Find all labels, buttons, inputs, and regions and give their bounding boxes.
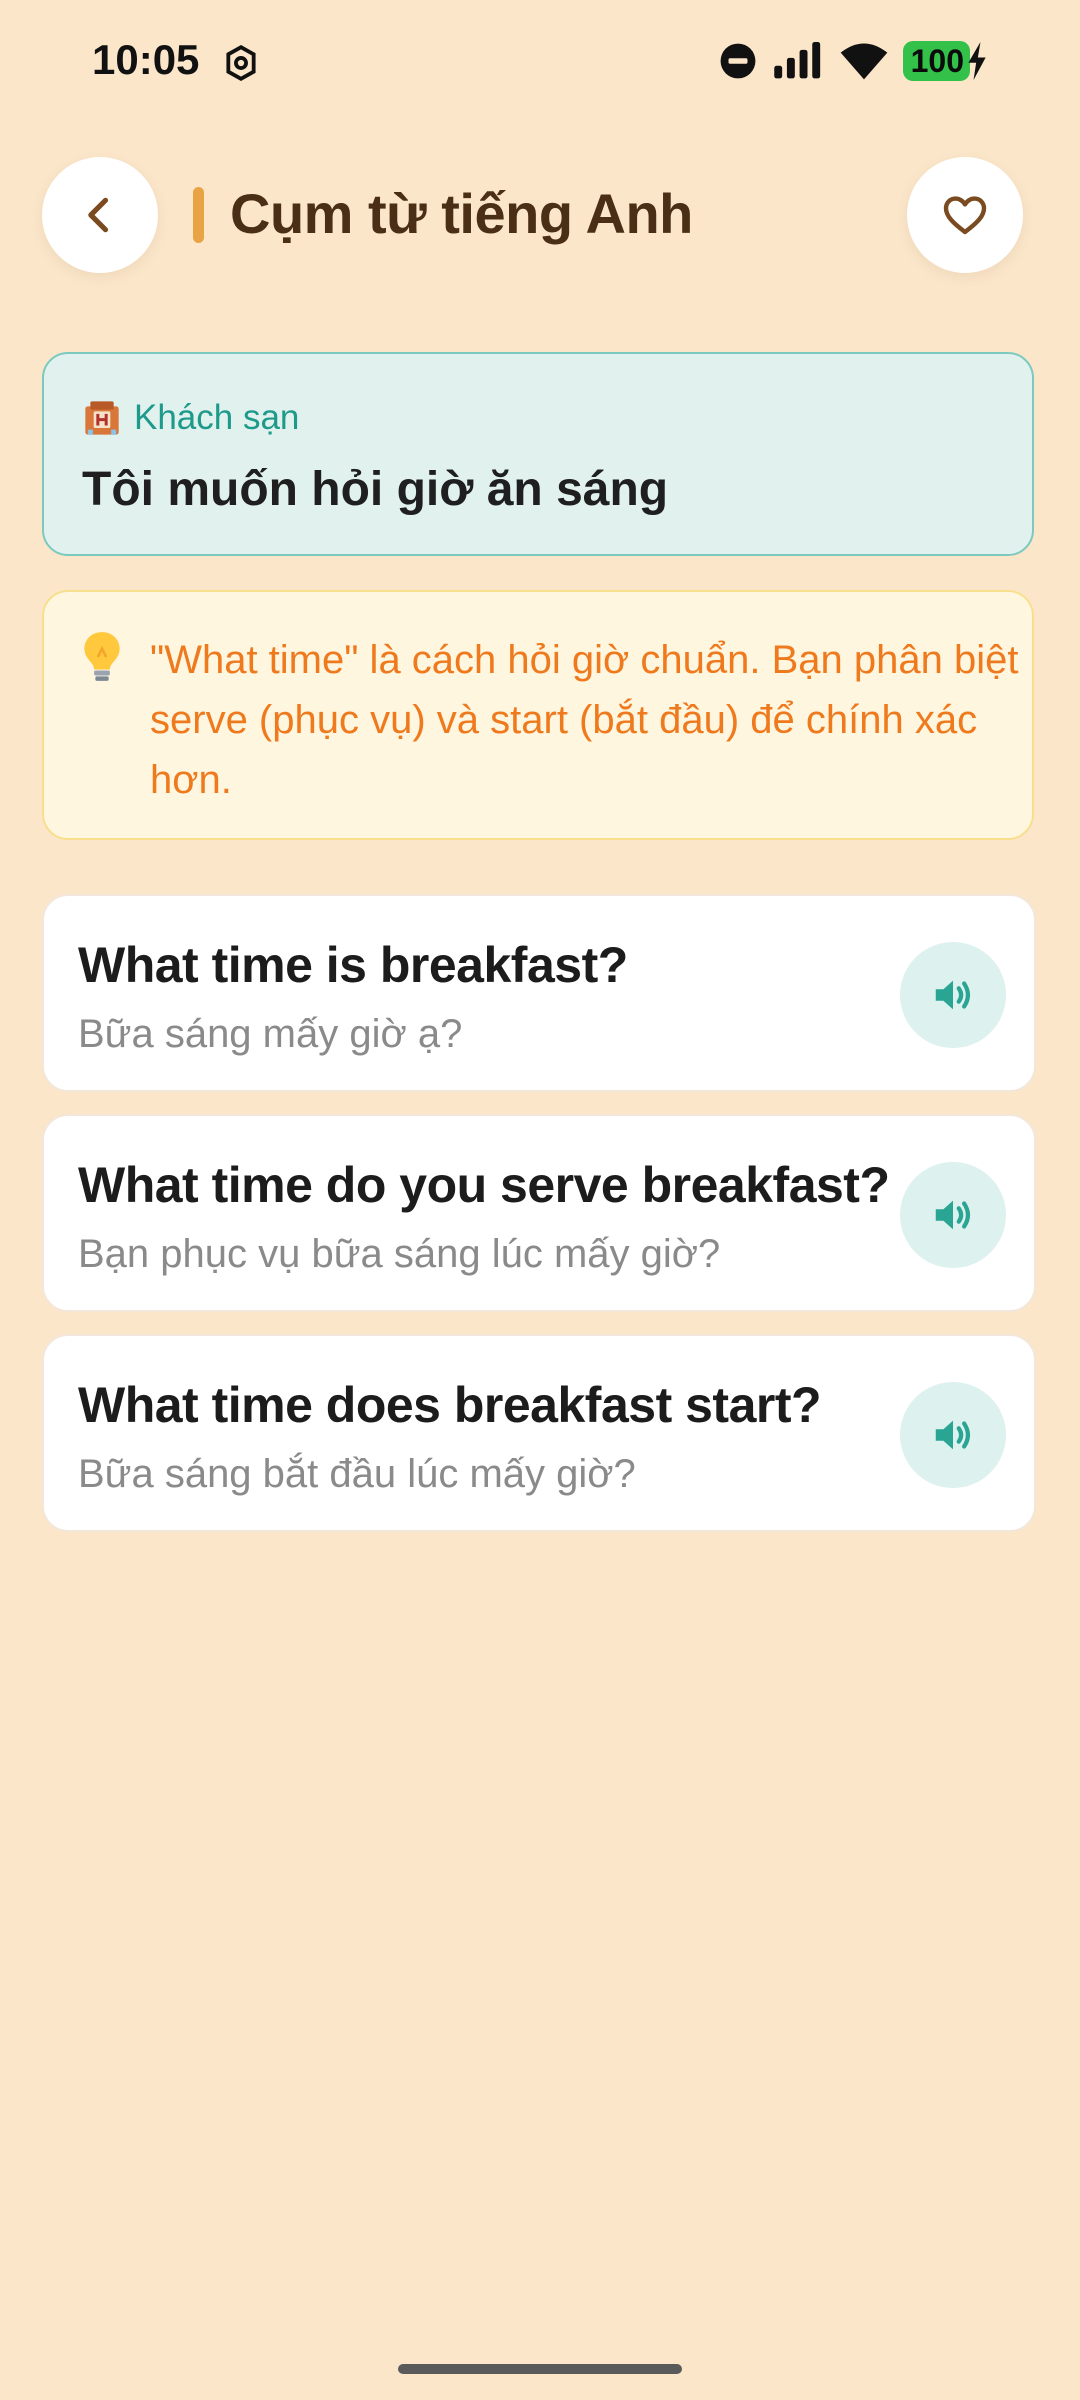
lightbulb-icon	[84, 632, 120, 681]
phrase-card[interactable]: What time do you serve breakfast? Bạn ph…	[42, 1114, 1036, 1312]
speak-button[interactable]	[900, 1382, 1006, 1488]
home-indicator[interactable]	[398, 2364, 682, 2374]
favorite-button[interactable]	[907, 157, 1023, 273]
heart-icon	[943, 196, 987, 235]
status-time: 10:05	[92, 36, 200, 83]
battery-level: 100	[902, 41, 970, 81]
speaker-icon	[935, 1200, 971, 1230]
header: Cụm từ tiếng Anh	[0, 155, 1080, 275]
phrase-vietnamese: Bữa sáng mấy giờ ạ?	[78, 1012, 463, 1056]
phrase-card[interactable]: What time does breakfast start? Bữa sáng…	[42, 1334, 1036, 1532]
status-bar: 10:05 100	[0, 0, 1080, 120]
cellular-signal-icon	[773, 42, 820, 79]
context-category: Khách sạn	[82, 398, 299, 438]
page-title: Cụm từ tiếng Anh	[230, 182, 693, 245]
context-category-label: Khách sạn	[134, 398, 300, 437]
phrase-vietnamese: Bữa sáng bắt đầu lúc mấy giờ?	[78, 1452, 636, 1496]
speaker-icon	[935, 1420, 971, 1450]
phrase-english: What time does breakfast start?	[78, 1377, 822, 1433]
charging-bolt-icon	[968, 42, 986, 80]
phrase-card[interactable]: What time is breakfast? Bữa sáng mấy giờ…	[42, 894, 1036, 1092]
wifi-icon	[840, 43, 887, 80]
speak-button[interactable]	[900, 1162, 1006, 1268]
tip-card: "What time" là cách hỏi giờ chuẩn. Bạn p…	[42, 590, 1034, 840]
do-not-disturb-icon	[720, 43, 756, 79]
status-icons: 100	[719, 36, 988, 86]
phrase-english: What time do you serve breakfast?	[78, 1157, 890, 1213]
speaker-icon	[935, 980, 971, 1010]
back-button[interactable]	[42, 157, 158, 273]
phrase-english: What time is breakfast?	[78, 937, 628, 993]
settings-notification-icon	[226, 44, 256, 82]
tip-text: "What time" là cách hỏi giờ chuẩn. Bạn p…	[150, 638, 1019, 802]
battery-indicator: 100	[902, 41, 988, 81]
chevron-left-icon	[88, 197, 109, 233]
context-text: Tôi muốn hỏi giờ ăn sáng	[82, 463, 669, 516]
context-card: Khách sạn Tôi muốn hỏi giờ ăn sáng	[42, 352, 1034, 556]
speak-button[interactable]	[900, 942, 1006, 1048]
hotel-icon	[85, 401, 119, 435]
phrase-vietnamese: Bạn phục vụ bữa sáng lúc mấy giờ?	[78, 1232, 721, 1276]
title-accent-bar	[193, 187, 204, 243]
